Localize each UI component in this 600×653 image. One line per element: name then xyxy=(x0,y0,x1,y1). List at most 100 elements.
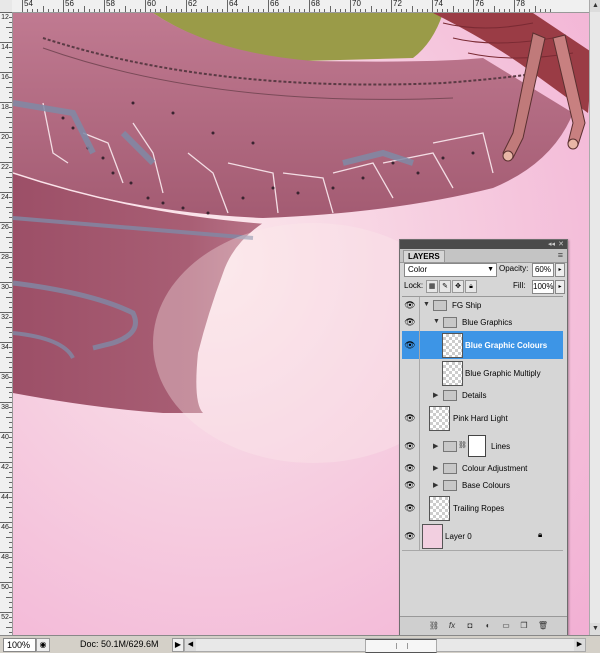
layer-row-base-colours[interactable]: 👁︎ ▶ Base Colours xyxy=(402,477,563,495)
close-icon[interactable]: ✕ xyxy=(558,240,564,249)
expand-triangle-icon[interactable]: ▶ xyxy=(433,442,438,450)
ruler-tick xyxy=(9,407,12,408)
layer-row-blue-graphic-multiply[interactable]: Blue Graphic Multiply xyxy=(402,359,563,388)
ruler-tick xyxy=(9,217,12,218)
lock-brush-icon[interactable]: ✎ xyxy=(439,280,451,293)
vertical-scrollbar[interactable]: ▲ ▼ xyxy=(589,0,600,635)
expand-triangle-icon[interactable]: ▶ xyxy=(433,481,438,489)
ruler-tick xyxy=(9,182,12,183)
ruler-tick xyxy=(488,9,490,12)
ruler-tick xyxy=(9,332,12,333)
layer-row-layer-0[interactable]: 👁︎ Layer 0 🔒︎ xyxy=(402,522,563,551)
ruler-tick xyxy=(9,482,12,483)
link-layers-icon[interactable]: ⛓ xyxy=(428,620,440,632)
eye-icon[interactable]: 👁︎ xyxy=(404,503,416,513)
ruler-tick xyxy=(298,9,300,12)
scroll-down-icon[interactable]: ▼ xyxy=(590,623,600,635)
ruler-tick xyxy=(9,367,12,368)
ruler-tick xyxy=(9,577,12,578)
ruler-tick xyxy=(544,9,546,12)
ruler-tick xyxy=(9,337,12,338)
tab-layers[interactable]: LAYERS xyxy=(403,250,445,262)
opacity-input[interactable]: 60% xyxy=(532,263,554,277)
fill-slider-toggle[interactable]: ▸ xyxy=(555,280,565,294)
panel-menu-icon[interactable]: ≡ xyxy=(558,250,563,260)
expand-triangle-icon[interactable]: ▼ xyxy=(433,318,440,325)
eye-icon[interactable]: 👁︎ xyxy=(404,300,416,310)
ruler-tick xyxy=(9,97,12,98)
trash-icon[interactable]: 🗑︎ xyxy=(537,620,549,632)
ruler-tick xyxy=(411,6,413,12)
ruler-tick xyxy=(9,112,12,113)
layer-row-lines[interactable]: 👁︎ ▶ ⛓ Lines xyxy=(402,432,563,461)
ruler-tick xyxy=(27,9,29,12)
scroll-right-icon[interactable]: ▶ xyxy=(574,639,585,651)
eye-icon[interactable]: 👁︎ xyxy=(404,463,416,473)
ruler-tick xyxy=(9,397,12,398)
ruler-tick xyxy=(83,6,85,12)
new-layer-icon[interactable]: ❐ xyxy=(518,620,530,632)
ruler-vertical[interactable]: 12 14 16 18 20 22 24 26 28 30 32 34 36 38 40 42 44 46 48 50… xyxy=(0,12,13,635)
ruler-tick xyxy=(380,9,382,12)
eye-icon[interactable]: 👁︎ xyxy=(404,531,416,541)
adjustment-layer-icon[interactable]: ◐ xyxy=(482,620,494,632)
eye-icon[interactable]: 👁︎ xyxy=(404,340,416,350)
add-mask-icon[interactable]: ◘ xyxy=(464,620,476,632)
ruler-tick xyxy=(9,157,12,158)
ruler-label: 76 xyxy=(475,0,484,8)
layer-name: Lines xyxy=(491,442,511,451)
lock-transparency-icon[interactable]: ▦ xyxy=(426,280,438,293)
ruler-tick xyxy=(216,9,218,12)
expand-triangle-icon[interactable]: ▶ xyxy=(433,464,438,472)
new-group-icon[interactable]: ▭ xyxy=(500,620,512,632)
layer-row-colour-adjustment[interactable]: 👁︎ ▶ Colour Adjustment xyxy=(402,460,563,478)
expand-triangle-icon[interactable]: ▶ xyxy=(433,391,438,399)
lock-all-icon[interactable]: 🔒︎ xyxy=(465,280,477,293)
scrollbar-thumb[interactable] xyxy=(365,639,437,653)
layer-row-details[interactable]: ▶ Details xyxy=(402,387,563,405)
chain-link-icon[interactable]: ⛓ xyxy=(458,441,467,449)
ruler-tick xyxy=(242,9,244,12)
layer-style-icon[interactable]: fx xyxy=(446,620,458,632)
layer-row-blue-graphic-colours[interactable]: 👁︎ Blue Graphic Colours xyxy=(402,331,563,360)
ruler-label: 72 xyxy=(393,0,402,8)
ruler-tick xyxy=(457,9,459,12)
ruler-tick xyxy=(498,9,500,12)
ruler-tick xyxy=(432,0,433,12)
ruler-tick xyxy=(534,6,536,12)
opacity-label: Opacity: xyxy=(499,264,529,273)
ruler-tick xyxy=(9,377,12,378)
ruler-tick xyxy=(6,57,12,58)
layer-row-fg-ship[interactable]: 👁︎ ▼ FG Ship xyxy=(402,297,563,315)
ruler-tick xyxy=(9,472,12,473)
layer-row-blue-graphics[interactable]: 👁︎ ▼ Blue Graphics xyxy=(402,314,563,332)
eye-icon[interactable]: 👁︎ xyxy=(404,480,416,490)
scroll-left-icon[interactable]: ◀ xyxy=(185,639,196,651)
ruler-tick xyxy=(6,567,12,568)
layer-name: Blue Graphic Multiply xyxy=(465,369,541,378)
expand-triangle-icon[interactable]: ▼ xyxy=(423,301,430,308)
eye-icon[interactable]: 👁︎ xyxy=(404,413,416,423)
scroll-up-icon[interactable]: ▲ xyxy=(590,0,600,12)
ruler-horizontal[interactable]: 54 56 58 60 62 64 66 68 70 72 74 76 78 xyxy=(12,0,589,13)
zoom-options-icon[interactable]: ◉ xyxy=(36,638,50,652)
fill-label: Fill: xyxy=(513,281,526,290)
opacity-slider-toggle[interactable]: ▸ xyxy=(555,263,565,277)
ruler-tick xyxy=(186,0,187,12)
horizontal-scrollbar[interactable]: ◀ ▶ xyxy=(184,638,586,653)
ruler-tick xyxy=(6,297,12,298)
panel-titlebar[interactable]: ◂◂ ✕ xyxy=(400,240,567,249)
collapse-icon[interactable]: ◂◂ xyxy=(548,240,555,249)
ruler-tick xyxy=(0,312,12,313)
ruler-tick xyxy=(9,187,12,188)
status-menu-icon[interactable]: ▶ xyxy=(172,638,184,652)
layer-row-pink-hard-light[interactable]: 👁︎ Pink Hard Light xyxy=(402,404,563,433)
eye-icon[interactable]: 👁︎ xyxy=(404,441,416,451)
eye-icon[interactable]: 👁︎ xyxy=(404,317,416,327)
fill-input[interactable]: 100% xyxy=(532,280,554,294)
lock-move-icon[interactable]: ✥ xyxy=(452,280,464,293)
zoom-input[interactable]: 100% xyxy=(3,638,36,652)
ruler-label: 28 xyxy=(1,254,9,261)
blend-mode-select[interactable]: Color ▼ xyxy=(404,263,497,277)
layer-row-trailing-ropes[interactable]: 👁︎ Trailing Ropes xyxy=(402,494,563,523)
